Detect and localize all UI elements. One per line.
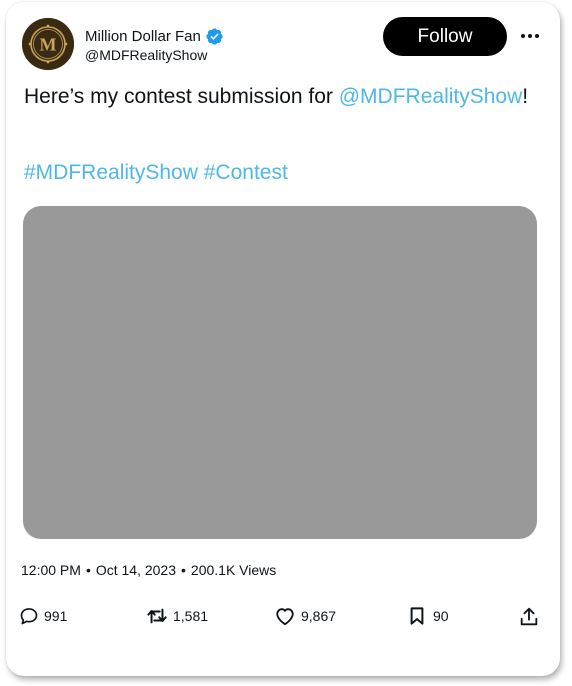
verified-badge-icon xyxy=(206,28,223,45)
share-button[interactable] xyxy=(518,606,540,628)
more-options-icon[interactable] xyxy=(519,27,541,45)
hashtag-link[interactable]: #MDFRealityShow xyxy=(24,161,198,184)
reply-count: 991 xyxy=(44,608,68,624)
follow-button[interactable]: Follow xyxy=(383,17,507,56)
avatar[interactable]: M xyxy=(22,18,74,70)
meta-separator: • xyxy=(85,562,91,578)
bookmark-icon xyxy=(410,607,424,625)
avatar-letter: M xyxy=(40,35,57,55)
tweet-date[interactable]: Oct 14, 2023 xyxy=(96,562,176,578)
hashtag-link[interactable]: #Contest xyxy=(204,161,288,184)
bookmark-button[interactable]: 90 xyxy=(408,606,449,626)
reply-button[interactable]: 991 xyxy=(19,606,67,626)
tweet-meta: 12:00 PM • Oct 14, 2023 • 200.1K Views xyxy=(21,562,276,578)
tweet-time[interactable]: 12:00 PM xyxy=(21,562,81,578)
reply-icon xyxy=(20,608,38,625)
heart-icon xyxy=(276,608,294,626)
mention-link[interactable]: @MDFRealityShow xyxy=(339,85,523,108)
author-name[interactable]: Million Dollar Fan xyxy=(85,28,201,45)
author-handle[interactable]: @MDFRealityShow xyxy=(85,47,207,63)
tweet-text-prefix: Here’s my contest submission for xyxy=(24,85,339,108)
hashtags: #MDFRealityShow #Contest xyxy=(24,161,288,185)
meta-separator: • xyxy=(181,562,186,578)
avatar-logo: M xyxy=(22,18,74,70)
bookmark-count: 90 xyxy=(433,608,449,624)
author-name-row[interactable]: Million Dollar Fan xyxy=(85,27,224,46)
retweet-icon xyxy=(147,608,167,624)
retweet-count: 1,581 xyxy=(173,608,209,624)
view-count[interactable]: 200.1K Views xyxy=(191,562,276,578)
retweet-button[interactable]: 1,581 xyxy=(146,606,208,626)
like-count: 9,867 xyxy=(301,608,337,624)
tweet-text: Here’s my contest submission for @MDFRea… xyxy=(24,85,528,109)
share-icon xyxy=(520,607,538,626)
like-button[interactable]: 9,867 xyxy=(274,606,336,626)
media-placeholder[interactable] xyxy=(23,206,537,539)
tweet-text-suffix: ! xyxy=(522,85,529,108)
